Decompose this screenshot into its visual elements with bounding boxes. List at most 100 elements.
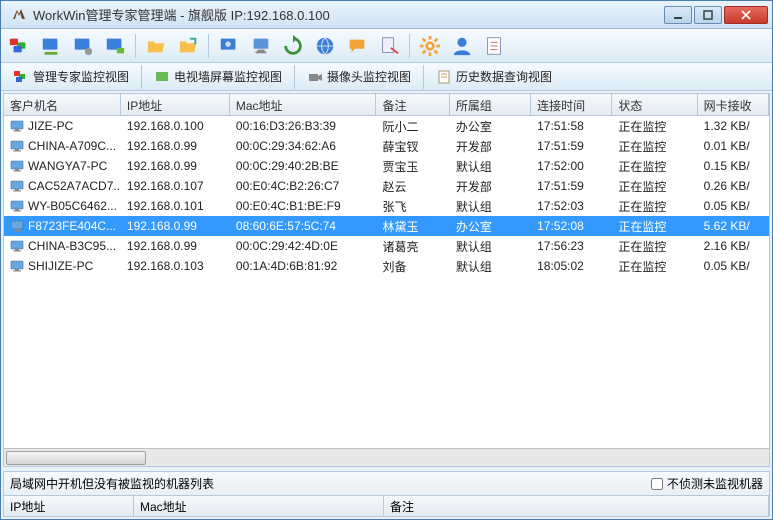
grid-body[interactable]: JIZE-PC192.168.0.10000:16:D3:26:B3:39阮小二… <box>4 116 769 448</box>
cell: 0.15 KB/ <box>698 157 769 175</box>
col-time[interactable]: 连接时间 <box>531 94 612 115</box>
cell: 办公室 <box>450 116 531 137</box>
gear-icon[interactable] <box>418 34 442 58</box>
cell: 正在监控 <box>612 176 697 197</box>
titlebar: WorkWin管理专家管理端 - 旗舰版 IP:192.168.0.100 <box>1 1 772 29</box>
toolbar-separator <box>409 34 410 58</box>
tab-monitor-view[interactable]: 管理专家监控视图 <box>7 66 135 87</box>
cell: 192.168.0.107 <box>121 177 230 195</box>
cell: 00:1A:4D:6B:81:92 <box>230 257 377 275</box>
checkbox-input[interactable] <box>651 478 663 490</box>
cell: 默认组 <box>450 156 531 177</box>
toolbar-separator <box>208 34 209 58</box>
col-group[interactable]: 所属组 <box>450 94 531 115</box>
monitors-icon[interactable] <box>7 34 31 58</box>
cell: 17:51:59 <box>531 137 612 155</box>
cell: 开发部 <box>450 136 531 157</box>
cell: 08:60:6E:57:5C:74 <box>230 217 377 235</box>
minimize-button[interactable] <box>664 6 692 24</box>
table-row[interactable]: F8723FE404C...192.168.0.9908:60:6E:57:5C… <box>4 216 769 236</box>
cell: 192.168.0.99 <box>121 137 230 155</box>
col-mac[interactable]: Mac地址 <box>230 94 377 115</box>
doc-icon <box>436 69 452 85</box>
app-window: WorkWin管理专家管理端 - 旗舰版 IP:192.168.0.100 管理… <box>0 0 773 520</box>
tab-label: 管理专家监控视图 <box>33 68 129 85</box>
cell: SHIJIZE-PC <box>4 257 121 275</box>
cell: JIZE-PC <box>4 117 121 135</box>
cell: 正在监控 <box>612 256 697 277</box>
folder-open-icon[interactable] <box>144 34 168 58</box>
cell: 默认组 <box>450 256 531 277</box>
panel-header: 局域网中开机但没有被监视的机器列表 不侦测未监视机器 <box>4 472 769 496</box>
screen-icon <box>154 69 170 85</box>
cell: 贾宝玉 <box>376 156 449 177</box>
bcol-mac[interactable]: Mac地址 <box>134 496 384 516</box>
folder-export-icon[interactable] <box>176 34 200 58</box>
table-row[interactable]: WANGYA7-PC192.168.0.9900:0C:29:40:2B:BE贾… <box>4 156 769 176</box>
screen-capture-icon[interactable] <box>103 34 127 58</box>
cell: 17:52:00 <box>531 157 612 175</box>
toolbar-separator <box>135 34 136 58</box>
col-ip[interactable]: IP地址 <box>121 94 230 115</box>
cell: 1.32 KB/ <box>698 117 769 135</box>
screen-gear-icon[interactable] <box>71 34 95 58</box>
bcol-note[interactable]: 备注 <box>384 496 769 516</box>
cell: 5.62 KB/ <box>698 217 769 235</box>
horizontal-scrollbar[interactable] <box>4 448 769 466</box>
table-row[interactable]: CAC52A7ACD7...192.168.0.10700:E0:4C:B2:2… <box>4 176 769 196</box>
cell: 赵云 <box>376 176 449 197</box>
monitors-icon <box>13 69 29 85</box>
cell: 17:52:08 <box>531 217 612 235</box>
user-icon[interactable] <box>450 34 474 58</box>
computer-icon[interactable] <box>249 34 273 58</box>
cell: 阮小二 <box>376 116 449 137</box>
view-tabs: 管理专家监控视图 电视墙屏幕监控视图 摄像头监控视图 历史数据查询视图 <box>1 63 772 91</box>
screen-remote-icon[interactable] <box>217 34 241 58</box>
close-button[interactable] <box>724 6 768 24</box>
table-row[interactable]: CHINA-B3C95...192.168.0.9900:0C:29:42:4D… <box>4 236 769 256</box>
cell: 192.168.0.100 <box>121 117 230 135</box>
cell: 18:05:02 <box>531 257 612 275</box>
checkbox-label: 不侦测未监视机器 <box>667 475 763 492</box>
cell: 17:51:58 <box>531 117 612 135</box>
col-status[interactable]: 状态 <box>612 94 697 115</box>
doc-icon[interactable] <box>482 34 506 58</box>
bcol-ip[interactable]: IP地址 <box>4 496 134 516</box>
scrollbar-thumb[interactable] <box>6 451 146 465</box>
cell: 192.168.0.103 <box>121 257 230 275</box>
cell: 正在监控 <box>612 216 697 237</box>
maximize-button[interactable] <box>694 6 722 24</box>
tab-label: 摄像头监控视图 <box>327 68 411 85</box>
col-net[interactable]: 网卡接收 <box>698 94 769 115</box>
refresh-icon[interactable] <box>281 34 305 58</box>
cell: 默认组 <box>450 196 531 217</box>
unmonitored-panel: 局域网中开机但没有被监视的机器列表 不侦测未监视机器 IP地址 Mac地址 备注 <box>3 471 770 517</box>
cell: 默认组 <box>450 236 531 257</box>
panel-title: 局域网中开机但没有被监视的机器列表 <box>10 475 651 492</box>
cell: 0.05 KB/ <box>698 197 769 215</box>
tab-label: 电视墙屏幕监控视图 <box>174 68 282 85</box>
tab-history-view[interactable]: 历史数据查询视图 <box>430 66 558 87</box>
tab-camera-view[interactable]: 摄像头监控视图 <box>301 66 417 87</box>
no-detect-checkbox[interactable]: 不侦测未监视机器 <box>651 475 763 492</box>
grid-header: 客户机名 IP地址 Mac地址 备注 所属组 连接时间 状态 网卡接收 <box>4 94 769 116</box>
cell: 00:0C:29:42:4D:0E <box>230 237 377 255</box>
toolbar-separator <box>141 65 142 89</box>
screen-arrow-icon[interactable] <box>39 34 63 58</box>
chat-icon[interactable] <box>345 34 369 58</box>
cell: 薛宝钗 <box>376 136 449 157</box>
cell: 17:51:59 <box>531 177 612 195</box>
table-row[interactable]: WY-B05C6462...192.168.0.10100:E0:4C:B1:B… <box>4 196 769 216</box>
col-client-name[interactable]: 客户机名 <box>4 94 121 115</box>
cell: 00:0C:29:40:2B:BE <box>230 157 377 175</box>
table-row[interactable]: JIZE-PC192.168.0.10000:16:D3:26:B3:39阮小二… <box>4 116 769 136</box>
cell: 诸葛亮 <box>376 236 449 257</box>
table-row[interactable]: SHIJIZE-PC192.168.0.10300:1A:4D:6B:81:92… <box>4 256 769 276</box>
cell: 192.168.0.99 <box>121 237 230 255</box>
cell: 林黛玉 <box>376 216 449 237</box>
globe-icon[interactable] <box>313 34 337 58</box>
tab-tvwall-view[interactable]: 电视墙屏幕监控视图 <box>148 66 288 87</box>
col-note[interactable]: 备注 <box>376 94 449 115</box>
table-row[interactable]: CHINA-A709C...192.168.0.9900:0C:29:34:62… <box>4 136 769 156</box>
doc-send-icon[interactable] <box>377 34 401 58</box>
